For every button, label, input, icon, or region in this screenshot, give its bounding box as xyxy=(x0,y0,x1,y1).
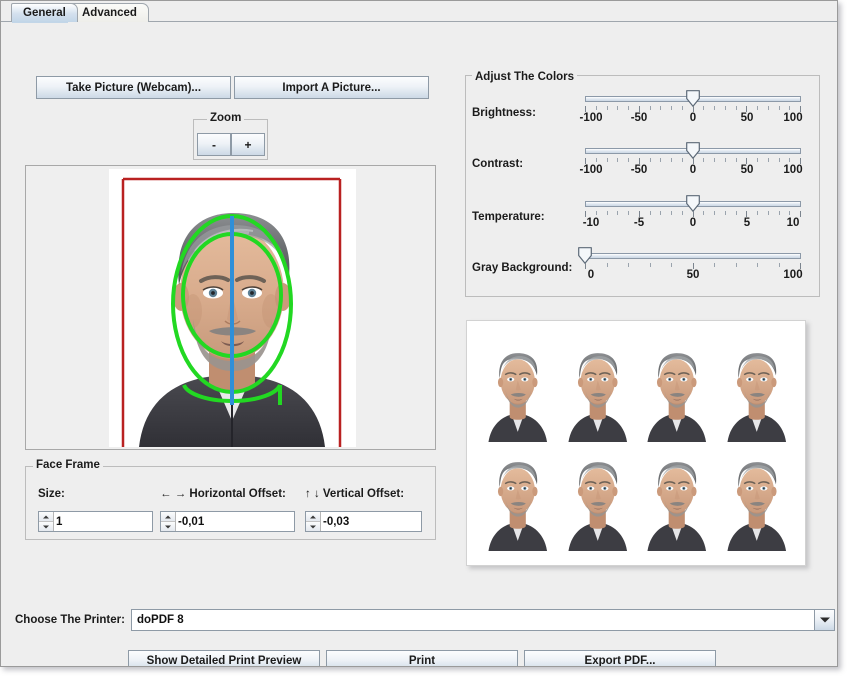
slider-scale: 0 50 100 xyxy=(585,269,803,283)
horizontal-offset-increment-button[interactable] xyxy=(161,512,175,522)
slider-scale-label: -10 xyxy=(582,217,600,229)
tab-advanced[interactable]: Advanced xyxy=(70,3,149,22)
slider-scale-label: -100 xyxy=(579,164,603,176)
slider-track[interactable] xyxy=(585,253,801,259)
slider-contrast[interactable]: -100 -50 0 50 100 xyxy=(579,139,803,181)
zoom-in-button[interactable]: + xyxy=(231,133,265,156)
slider-scale-label: 50 xyxy=(740,112,754,124)
show-detailed-print-preview-button[interactable]: Show Detailed Print Preview xyxy=(128,650,320,666)
size-decrement-button[interactable] xyxy=(39,522,53,531)
slider-label-brightness: Brightness: xyxy=(472,107,536,119)
photo-preview-image[interactable] xyxy=(109,169,356,447)
slider-scale-label: 5 xyxy=(743,217,751,229)
slider-thumb[interactable] xyxy=(578,247,592,264)
photo-preview-panel[interactable] xyxy=(25,165,436,450)
passport-photo-thumbnail[interactable] xyxy=(481,337,555,442)
chevron-down-icon[interactable] xyxy=(814,610,834,630)
vertical-offset-increment-button[interactable] xyxy=(306,512,320,522)
passport-photo-thumbnail[interactable] xyxy=(560,446,634,551)
face-frame-horizontal-offset-spinner[interactable]: -0,01 xyxy=(160,511,295,532)
zoom-group-legend: Zoom xyxy=(207,112,245,124)
slider-brightness[interactable]: -100 -50 0 50 100 xyxy=(579,87,803,129)
printer-selected-value[interactable]: doPDF 8 xyxy=(132,610,814,630)
slider-scale: -10 -5 0 5 10 xyxy=(582,217,801,231)
general-tab-panel: Take Picture (Webcam)... Import A Pictur… xyxy=(2,23,837,666)
slider-scale-label: 0 xyxy=(689,112,697,124)
tab-active-underline xyxy=(12,21,68,23)
printer-label: Choose The Printer: xyxy=(15,614,125,626)
slider-scale-label: 100 xyxy=(783,112,803,124)
slider-scale-label: 0 xyxy=(689,164,697,176)
slider-scale-label: 50 xyxy=(740,164,754,176)
horizontal-offset-decrement-button[interactable] xyxy=(161,522,175,531)
tab-general[interactable]: General xyxy=(11,3,78,22)
application-window: General Advanced Take Picture (Webcam)..… xyxy=(0,0,838,667)
passport-photo-sheet-panel[interactable] xyxy=(466,320,806,566)
slider-scale-label: 0 xyxy=(587,269,595,281)
take-picture-button[interactable]: Take Picture (Webcam)... xyxy=(36,76,231,99)
face-frame-group-legend: Face Frame xyxy=(33,459,103,471)
slider-scale-label: -50 xyxy=(630,164,648,176)
portrait-with-face-frame-overlay xyxy=(109,169,356,447)
slider-scale-label: 100 xyxy=(783,269,803,281)
passport-photo-thumbnail[interactable] xyxy=(640,446,714,551)
passport-photo-thumbnail[interactable] xyxy=(640,337,714,442)
slider-thumb[interactable] xyxy=(686,142,700,159)
slider-scale-label: 50 xyxy=(686,269,700,281)
print-button[interactable]: Print xyxy=(326,650,518,666)
printer-combobox[interactable]: doPDF 8 xyxy=(131,609,835,631)
passport-photo-thumbnail[interactable] xyxy=(719,446,793,551)
slider-scale-label: 0 xyxy=(689,217,697,229)
zoom-out-button[interactable]: - xyxy=(197,133,231,156)
slider-temperature[interactable]: -10 -5 0 5 10 xyxy=(582,192,801,234)
horizontal-offset-value[interactable]: -0,01 xyxy=(176,512,294,531)
adjust-colors-group-legend: Adjust The Colors xyxy=(472,71,578,83)
slider-scale-label: 100 xyxy=(783,164,803,176)
slider-scale-label: -5 xyxy=(633,217,645,229)
passport-photo-grid xyxy=(481,337,793,551)
face-frame-vertical-offset-spinner[interactable]: -0,03 xyxy=(305,511,422,532)
slider-thumb[interactable] xyxy=(686,195,700,212)
face-frame-horizontal-offset-label: ← → Horizontal Offset: xyxy=(160,488,286,500)
face-frame-size-label: Size: xyxy=(38,488,65,500)
slider-thumb[interactable] xyxy=(686,90,700,107)
size-increment-button[interactable] xyxy=(39,512,53,522)
import-picture-button[interactable]: Import A Picture... xyxy=(234,76,429,99)
slider-scale: -100 -50 0 50 100 xyxy=(579,112,803,126)
slider-scale-label: 10 xyxy=(786,217,800,229)
tab-bar: General Advanced xyxy=(1,1,837,23)
face-frame-size-spinner[interactable]: 1 xyxy=(38,511,153,532)
passport-photo-thumbnail[interactable] xyxy=(560,337,634,442)
export-pdf-button[interactable]: Export PDF... xyxy=(524,650,716,666)
slider-label-contrast: Contrast: xyxy=(472,158,524,170)
slider-label-gray-background: Gray Background: xyxy=(472,262,573,274)
face-frame-vertical-offset-label: ↑ ↓ Vertical Offset: xyxy=(305,488,405,500)
slider-scale-label: -50 xyxy=(630,112,648,124)
passport-photo-thumbnail[interactable] xyxy=(481,446,555,551)
slider-label-temperature: Temperature: xyxy=(472,211,545,223)
slider-scale-label: -100 xyxy=(579,112,603,124)
slider-gray-background[interactable]: 0 50 100 xyxy=(578,244,803,286)
vertical-offset-spinner-arrows xyxy=(306,512,321,531)
vertical-offset-value[interactable]: -0,03 xyxy=(321,512,421,531)
size-value[interactable]: 1 xyxy=(54,512,152,531)
horizontal-offset-spinner-arrows xyxy=(161,512,176,531)
slider-scale: -100 -50 0 50 100 xyxy=(579,164,803,178)
passport-photo-thumbnail[interactable] xyxy=(719,337,793,442)
vertical-offset-decrement-button[interactable] xyxy=(306,522,320,531)
size-spinner-arrows xyxy=(39,512,54,531)
